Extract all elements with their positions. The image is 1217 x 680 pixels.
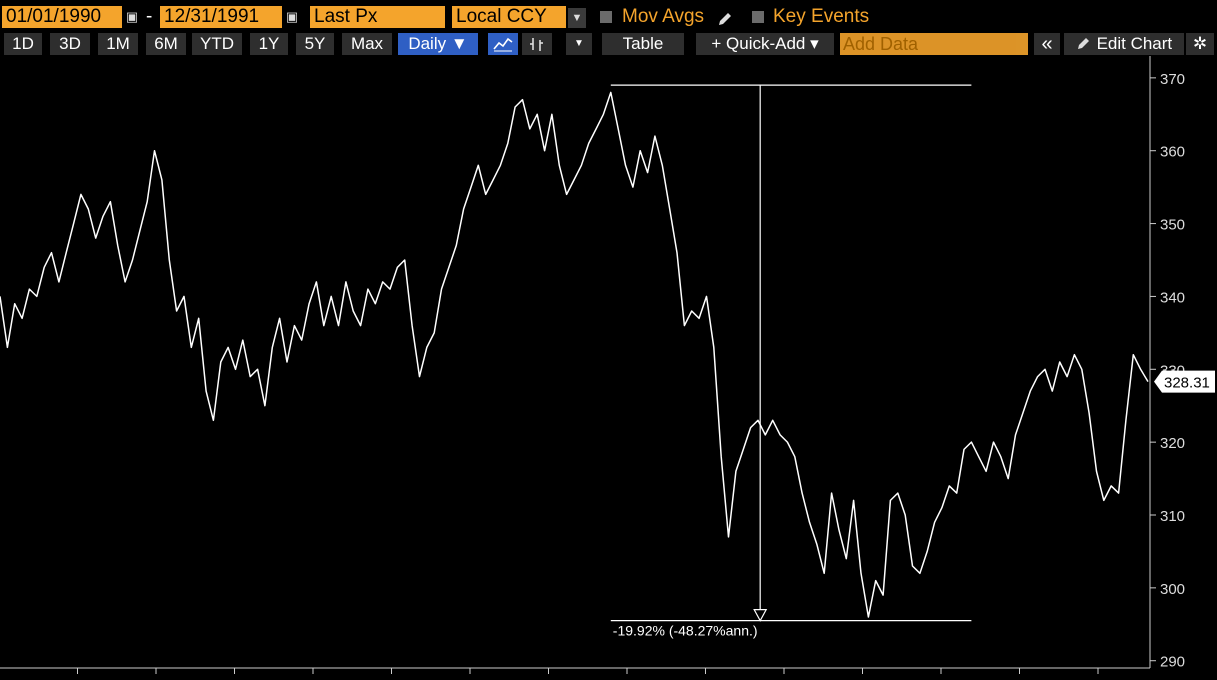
y-tick-label: 290 <box>1160 654 1185 671</box>
table-button[interactable]: Table <box>602 33 684 55</box>
mov-avgs-label[interactable]: Mov Avgs <box>622 6 704 28</box>
gear-icon[interactable]: ✲ <box>1186 33 1214 55</box>
date-separator: - <box>146 6 153 27</box>
key-events-checkbox[interactable] <box>752 11 764 23</box>
price-chart: 370360350340330320310300290NovDecJanFebM… <box>0 56 1215 680</box>
y-tick-label: 360 <box>1160 144 1185 161</box>
end-date-field[interactable]: 12/31/1991 <box>160 6 282 28</box>
range-3d-button[interactable]: 3D <box>50 33 90 55</box>
key-events-label[interactable]: Key Events <box>773 6 869 28</box>
drawdown-arrow <box>753 609 768 622</box>
header-bar: 01/01/1990 ▣ - 12/31/1991 ▣ Last Px Loca… <box>0 0 1217 32</box>
y-tick-label: 340 <box>1160 289 1185 306</box>
quick-add-button[interactable]: + Quick-Add ▾ <box>696 33 834 55</box>
chevron-down-icon[interactable]: ▼ <box>566 33 592 55</box>
range-6m-button[interactable]: 6M <box>146 33 186 55</box>
calendar-icon[interactable]: ▣ <box>123 8 141 26</box>
calendar-icon[interactable]: ▣ <box>283 8 301 26</box>
range-1y-button[interactable]: 1Y <box>250 33 288 55</box>
pencil-icon <box>1077 38 1089 49</box>
range-1m-button[interactable]: 1M <box>98 33 138 55</box>
range-ytd-button[interactable]: YTD <box>192 33 242 55</box>
pencil-icon[interactable] <box>716 10 734 28</box>
drawdown-label: -19.92% (-48.27%ann.) <box>613 623 758 639</box>
start-date-field[interactable]: 01/01/1990 <box>2 6 122 28</box>
add-data-placeholder: Add Data <box>843 34 919 54</box>
y-tick-label: 350 <box>1160 217 1185 234</box>
add-data-input[interactable]: Add Data <box>840 33 1028 55</box>
edit-chart-button[interactable]: Edit Chart <box>1064 33 1184 55</box>
line-chart-icon[interactable] <box>488 33 518 55</box>
collapse-icon[interactable]: « <box>1034 33 1060 55</box>
currency-selector[interactable]: Local CCY <box>452 6 566 28</box>
field-selector[interactable]: Last Px <box>310 6 445 28</box>
y-tick-label: 300 <box>1160 581 1185 598</box>
range-1d-button[interactable]: 1D <box>4 33 42 55</box>
y-tick-label: 370 <box>1160 71 1185 88</box>
bar-chart-icon[interactable] <box>522 33 552 55</box>
last-value-label: 328.31 <box>1164 375 1210 392</box>
range-5y-button[interactable]: 5Y <box>296 33 334 55</box>
interval-selector[interactable]: Daily ▼ <box>398 33 478 55</box>
y-tick-label: 310 <box>1160 508 1185 525</box>
y-tick-label: 320 <box>1160 435 1185 452</box>
mov-avgs-checkbox[interactable] <box>600 11 612 23</box>
chevron-down-icon[interactable]: ▼ <box>568 8 586 28</box>
edit-chart-label: Edit Chart <box>1096 34 1173 53</box>
price-line <box>0 91 1149 618</box>
range-max-button[interactable]: Max <box>342 33 392 55</box>
